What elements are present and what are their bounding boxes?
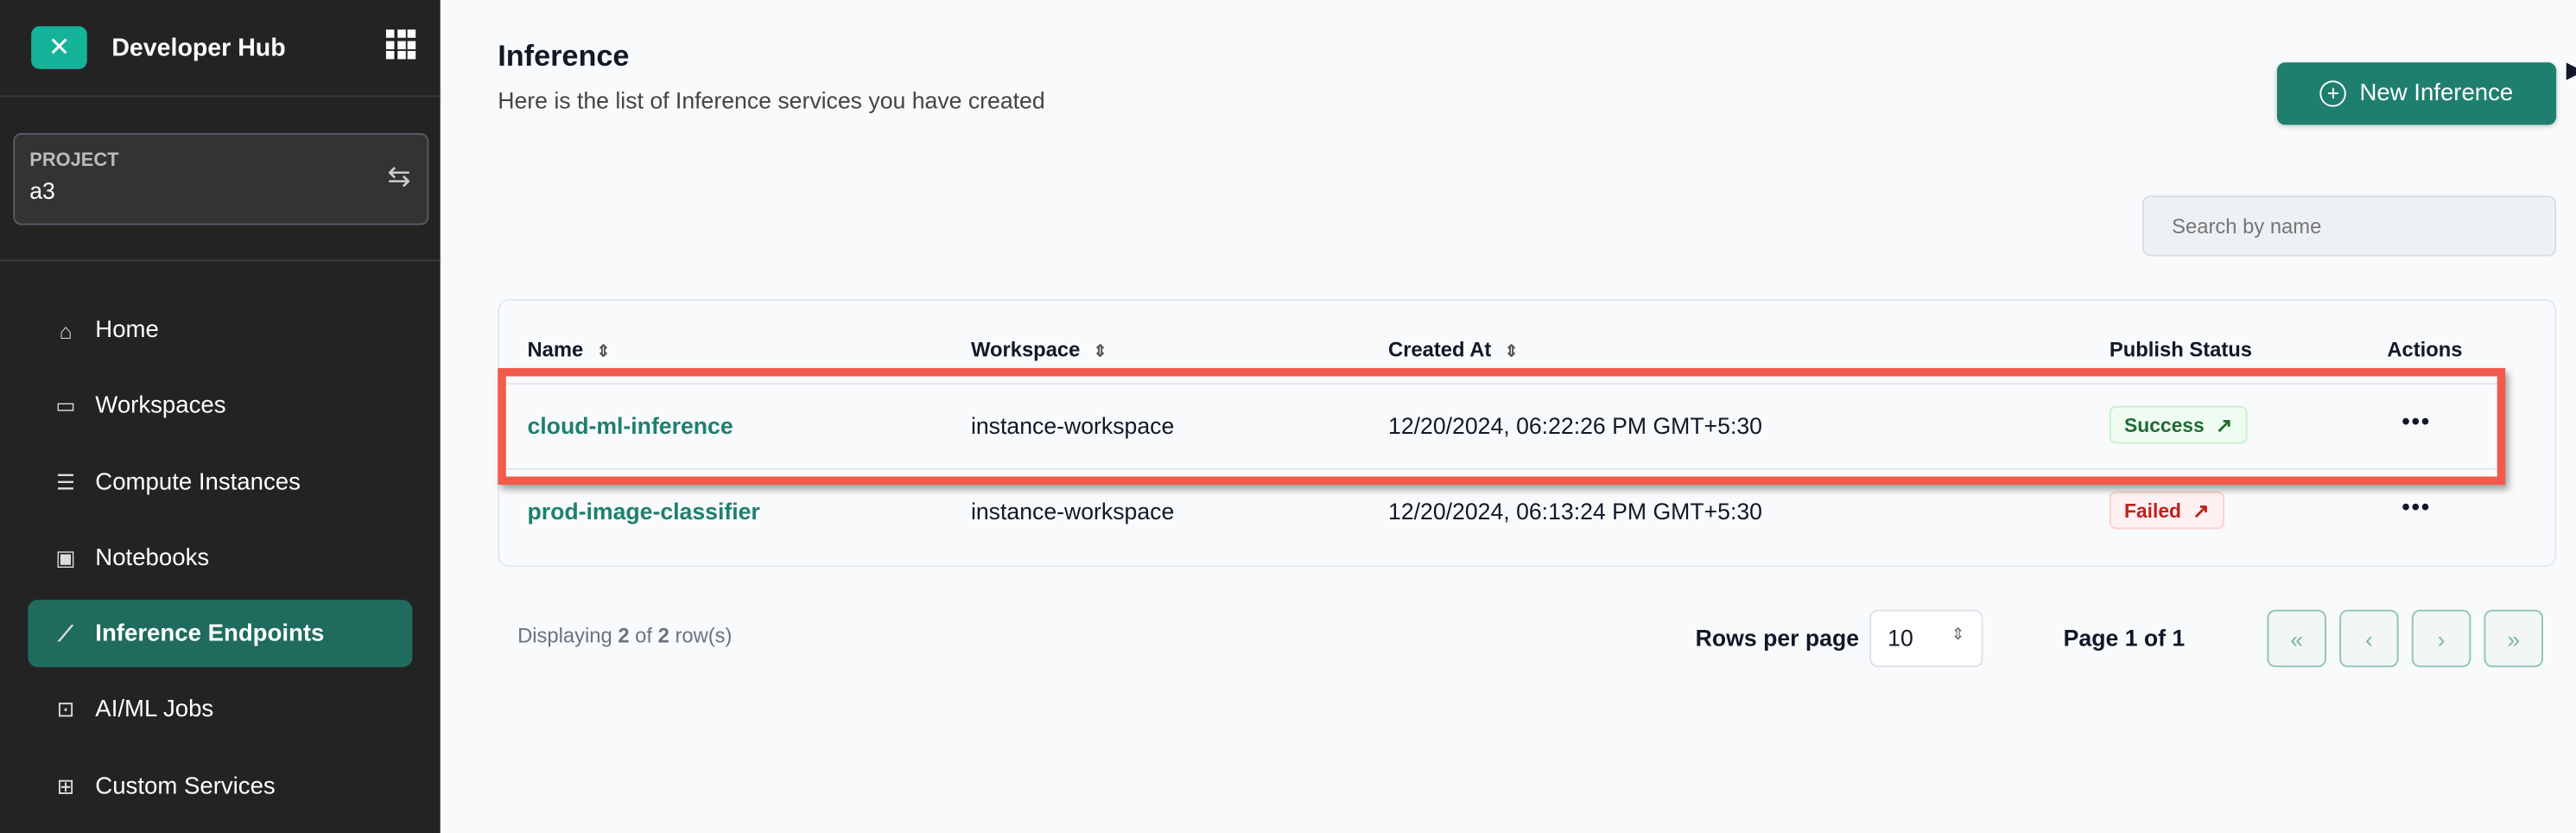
sort-icon[interactable]: ⇕ (1505, 343, 1519, 361)
row-count-of: of (629, 624, 658, 648)
server-icon: ☰ (55, 469, 76, 494)
sidebar: ✕ Developer Hub PROJECT a3 ⇆ ⌂ Home ▭ Work… (0, 0, 441, 833)
sort-icon[interactable]: ⇕ (596, 343, 610, 361)
sidebar-nav: ⌂ Home ▭ Workspaces ☰ Compute Instances ▣ No… (28, 293, 413, 825)
blocks-icon: ⊞ (56, 773, 75, 798)
chevrons-right-icon: » (2507, 625, 2521, 652)
logo-icon: ✕ (31, 26, 87, 69)
next-page-button[interactable]: › (2411, 609, 2471, 668)
created-at-cell: 12/20/2024, 06:13:24 PM GMT+5:30 (1388, 498, 1762, 525)
status-label: Failed (2124, 499, 2181, 522)
new-inference-button[interactable]: + New Inference (2276, 62, 2557, 125)
status-badge[interactable]: Failed ↗ (2109, 491, 2224, 530)
brand: ✕ Developer Hub (0, 0, 441, 98)
apps-grid-icon[interactable] (385, 29, 416, 60)
column-header-workspace[interactable]: Workspace ⇕ (971, 339, 1107, 362)
table-row: prod-image-classifier instance-workspace… (499, 468, 2504, 552)
project-selector[interactable]: PROJECT a3 ⇆ (13, 133, 429, 226)
column-header-created-at[interactable]: Created At ⇕ (1388, 339, 1519, 362)
last-page-button[interactable]: » (2484, 609, 2543, 668)
search-input[interactable] (2141, 195, 2557, 257)
sidebar-item-label: Home (95, 317, 159, 344)
new-inference-label: New Inference (2359, 80, 2514, 107)
more-actions-button[interactable]: ••• (2402, 493, 2431, 519)
sidebar-item-compute-instances[interactable]: ☰ Compute Instances (28, 445, 412, 521)
created-at-cell: 12/20/2024, 06:22:26 PM GMT+5:30 (1388, 412, 1762, 439)
inference-table: Name ⇕ Workspace ⇕ Created At ⇕ Publish Sta… (498, 299, 2557, 568)
rows-per-page-label: Rows per page (1695, 624, 1860, 652)
first-page-button[interactable]: « (2267, 609, 2326, 668)
sidebar-item-inference-endpoints[interactable]: ⟋ Inference Endpoints (28, 600, 413, 668)
sort-icon[interactable]: ⇕ (1094, 343, 1107, 361)
external-link-icon: ↗ (2192, 499, 2210, 522)
status-badge[interactable]: Success ↗ (2109, 405, 2248, 444)
notebook-icon: ▣ (55, 545, 76, 570)
inference-name-link[interactable]: cloud-ml-inference (527, 412, 733, 438)
chart-line-icon: ⟋ (58, 620, 73, 645)
sidebar-item-label: AI/ML Jobs (95, 696, 214, 724)
workspace-cell: instance-workspace (970, 498, 1175, 525)
sidebar-item-label: Custom Services (95, 773, 276, 800)
sidebar-item-custom-services[interactable]: ⊞ Custom Services (28, 748, 412, 824)
row-count-suffix: row(s) (669, 624, 733, 648)
rows-per-page-select[interactable]: 10 ⇕ (1869, 609, 1983, 668)
bot-icon: ⊡ (56, 696, 75, 722)
main-content: Inference Here is the list of Inference … (441, 0, 2576, 833)
column-label: Workspace (970, 338, 1081, 362)
row-count-prefix: Displaying (517, 624, 619, 648)
sidebar-item-workspaces[interactable]: ▭ Workspaces (28, 369, 412, 445)
project-label: PROJECT (29, 150, 119, 171)
sidebar-item-label: Inference Endpoints (95, 620, 325, 647)
row-count: Displaying 2 of 2 row(s) (517, 625, 732, 648)
inference-name-link[interactable]: prod-image-classifier (527, 498, 759, 524)
status-label: Success (2124, 413, 2205, 436)
column-label: Name (527, 338, 584, 362)
sidebar-item-label: Compute Instances (95, 469, 301, 496)
more-actions-button[interactable]: ••• (2402, 408, 2431, 434)
mouse-cursor-icon: ▶ (2566, 56, 2576, 84)
sidebar-item-notebooks[interactable]: ▣ Notebooks (28, 521, 412, 597)
page-info: Page 1 of 1 (2063, 624, 2186, 652)
row-count-total: 2 (657, 624, 669, 648)
project-value: a3 (29, 177, 55, 204)
plus-circle-icon: + (2319, 80, 2347, 107)
sidebar-item-label: Workspaces (95, 393, 226, 420)
workspace-cell: instance-workspace (970, 412, 1175, 439)
row-count-shown: 2 (618, 624, 630, 648)
column-header-name[interactable]: Name ⇕ (527, 339, 610, 362)
home-icon: ⌂ (59, 318, 73, 343)
divider (0, 259, 441, 262)
column-header-actions: Actions (2387, 338, 2463, 362)
column-label: Created At (1388, 338, 1492, 362)
previous-page-button[interactable]: ‹ (2339, 609, 2399, 668)
rows-per-page-value: 10 (1888, 624, 1913, 652)
chevron-right-icon: › (2437, 625, 2446, 652)
sidebar-item-home[interactable]: ⌂ Home (28, 293, 412, 369)
sidebar-item-label: Notebooks (95, 545, 210, 572)
folder-code-icon: ▭ (55, 393, 76, 418)
chevron-updown-icon: ⇕ (1951, 626, 1965, 645)
external-link-icon: ↗ (2215, 413, 2233, 436)
column-header-publish-status: Publish Status (2109, 338, 2253, 362)
table-row: cloud-ml-inference instance-workspace 12… (499, 383, 2504, 467)
app-title: Developer Hub (111, 33, 286, 62)
page-subtitle: Here is the list of Inference services y… (498, 86, 1045, 114)
chevron-left-icon: ‹ (2364, 625, 2373, 652)
page-title: Inference (498, 39, 630, 73)
swap-icon[interactable]: ⇆ (387, 161, 410, 194)
sidebar-item-aiml-jobs[interactable]: ⊡ AI/ML Jobs (28, 672, 412, 748)
chevrons-left-icon: « (2290, 625, 2304, 652)
